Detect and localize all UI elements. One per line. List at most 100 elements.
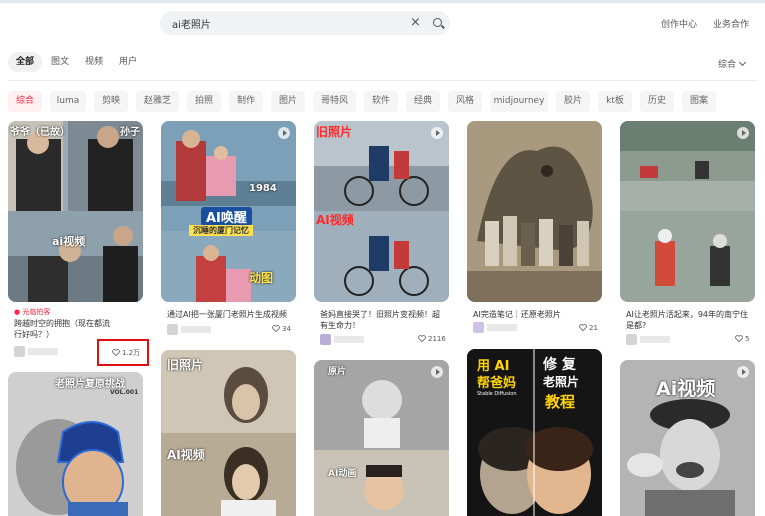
- tag-chip[interactable]: 拍照: [187, 91, 221, 112]
- heart-icon: [579, 324, 587, 331]
- overlay-text: VOL.001: [110, 389, 139, 396]
- tag-chip[interactable]: midjourney: [490, 91, 548, 112]
- overlay-text: 教程: [545, 393, 576, 411]
- avatar: [320, 334, 331, 345]
- cover-image: [620, 121, 755, 302]
- card-caption[interactable]: AI完造笔记｜还原老照片: [473, 309, 598, 320]
- avatar: [626, 334, 637, 345]
- creator-center-link[interactable]: 创作中心: [661, 17, 697, 30]
- tag-chip[interactable]: 胶片: [556, 91, 590, 112]
- divider: [8, 80, 758, 81]
- tab-video[interactable]: 视频: [77, 52, 111, 72]
- note-card-image[interactable]: 1984 AI唤醒 沉睡的厦门记忆 动图: [161, 121, 296, 302]
- tag-chip[interactable]: 赵雅芝: [136, 91, 179, 112]
- heart-icon: [418, 335, 426, 342]
- chevron-down-icon: [738, 58, 747, 67]
- overlay-text: 动图: [249, 271, 274, 285]
- tag-chip[interactable]: 哥特风: [313, 91, 356, 112]
- card-caption[interactable]: 爸妈直接哭了！旧照片变视频！超有生命力！: [320, 309, 445, 331]
- overlay-text: 旧照片: [167, 358, 204, 372]
- note-card-image[interactable]: 旧照片 AI视频: [161, 350, 296, 516]
- tag-chip[interactable]: kt板: [598, 91, 632, 112]
- note-card-image[interactable]: [620, 121, 755, 302]
- overlay-text: 原片: [328, 367, 347, 377]
- cover-image: [467, 121, 602, 302]
- overlay-text: Ai视频: [656, 378, 716, 400]
- business-link[interactable]: 业务合作: [713, 17, 749, 30]
- author-name: [487, 324, 517, 331]
- overlay-text: 1984: [249, 183, 277, 194]
- overlay-text: AI视频: [167, 448, 205, 462]
- overlay-text: 爷爷（已故）: [10, 127, 70, 138]
- author-name: [181, 326, 211, 333]
- like-count[interactable]: 5: [735, 335, 749, 343]
- overlay-text: AI视频: [316, 213, 354, 227]
- video-play-icon: [737, 127, 749, 139]
- overlay-text: 老照片: [543, 375, 580, 389]
- clear-icon[interactable]: ×: [410, 14, 421, 31]
- tag-chip[interactable]: 综合: [8, 91, 42, 112]
- search-bar[interactable]: ai老照片 ×: [160, 11, 450, 35]
- tag-chip[interactable]: 风格: [448, 91, 482, 112]
- tag-chip[interactable]: 制作: [229, 91, 263, 112]
- like-value: 2116: [428, 335, 446, 343]
- author-name: [640, 336, 670, 343]
- overlay-text: AI唤醒: [201, 207, 252, 226]
- avatar: [167, 324, 178, 335]
- note-badge: ● 光临拍客: [14, 308, 51, 316]
- overlay-text: 修 复: [543, 357, 576, 373]
- like-count[interactable]: 21: [579, 324, 598, 332]
- avatar: [14, 346, 25, 357]
- note-card-image[interactable]: [467, 121, 602, 302]
- like-count[interactable]: 2116: [418, 335, 446, 343]
- tag-chip[interactable]: 历史: [640, 91, 674, 112]
- top-border: [0, 0, 765, 3]
- tab-image-text[interactable]: 图文: [43, 52, 77, 72]
- note-card-image[interactable]: 原片 AI动画: [314, 360, 449, 516]
- tab-all[interactable]: 全部: [8, 52, 43, 72]
- video-play-icon: [737, 366, 749, 378]
- card-caption[interactable]: 跨越时空的拥抱（现在都流行好吗？）: [14, 318, 114, 340]
- like-value: 21: [589, 324, 598, 332]
- video-play-icon: [431, 366, 443, 378]
- overlay-text: 帮爸妈: [477, 376, 517, 391]
- avatar: [473, 322, 484, 333]
- cover-image: [8, 121, 143, 302]
- tag-chip[interactable]: 图片: [271, 91, 305, 112]
- tag-chip[interactable]: 经典: [406, 91, 440, 112]
- tag-chip[interactable]: 软件: [364, 91, 398, 112]
- overlay-text: Stable Diffusion: [477, 391, 517, 397]
- sort-dropdown[interactable]: 综合: [718, 57, 747, 70]
- note-card-image[interactable]: 旧照片 AI视频: [314, 121, 449, 302]
- overlay-text: ai视频: [52, 235, 86, 248]
- note-card-image[interactable]: 用 AI 帮爸妈 Stable Diffusion 修 复 老照片 教程: [467, 349, 602, 516]
- note-card-image[interactable]: 老照片复原挑战 VOL.001: [8, 372, 143, 516]
- like-value: 5: [745, 335, 750, 343]
- like-count[interactable]: 34: [272, 325, 291, 333]
- cover-image: [314, 360, 449, 516]
- overlay-text: 沉睡的厦门记忆: [189, 225, 253, 236]
- note-card-image[interactable]: 爷爷（已故） 孙子 ai视频: [8, 121, 143, 302]
- heart-icon: [735, 335, 743, 342]
- card-caption[interactable]: 通过AI把一张厦门老照片生成视频: [167, 309, 292, 320]
- overlay-text: AI动画: [328, 469, 357, 479]
- highlight-box: [97, 339, 149, 366]
- card-caption[interactable]: AI让老照片活起来，94年的南宁住是都?: [626, 309, 751, 331]
- video-play-icon: [431, 127, 443, 139]
- sort-label: 综合: [718, 60, 737, 70]
- tag-chip[interactable]: 剪映: [94, 91, 128, 112]
- like-value: 34: [282, 325, 291, 333]
- cover-image: [161, 350, 296, 516]
- video-play-icon: [278, 127, 290, 139]
- tag-chip[interactable]: 图案: [682, 91, 716, 112]
- tab-users[interactable]: 用户: [111, 52, 145, 72]
- overlay-text: 老照片复原挑战: [55, 379, 125, 390]
- author-name: [334, 336, 364, 343]
- badge-label: 光临拍客: [22, 308, 51, 316]
- search-icon[interactable]: [433, 18, 442, 27]
- heart-icon: [272, 325, 280, 332]
- note-card-image[interactable]: Ai视频: [620, 360, 755, 516]
- tag-chip[interactable]: luma: [50, 91, 86, 112]
- author-name: [28, 348, 58, 355]
- search-input[interactable]: ai老照片: [172, 16, 211, 31]
